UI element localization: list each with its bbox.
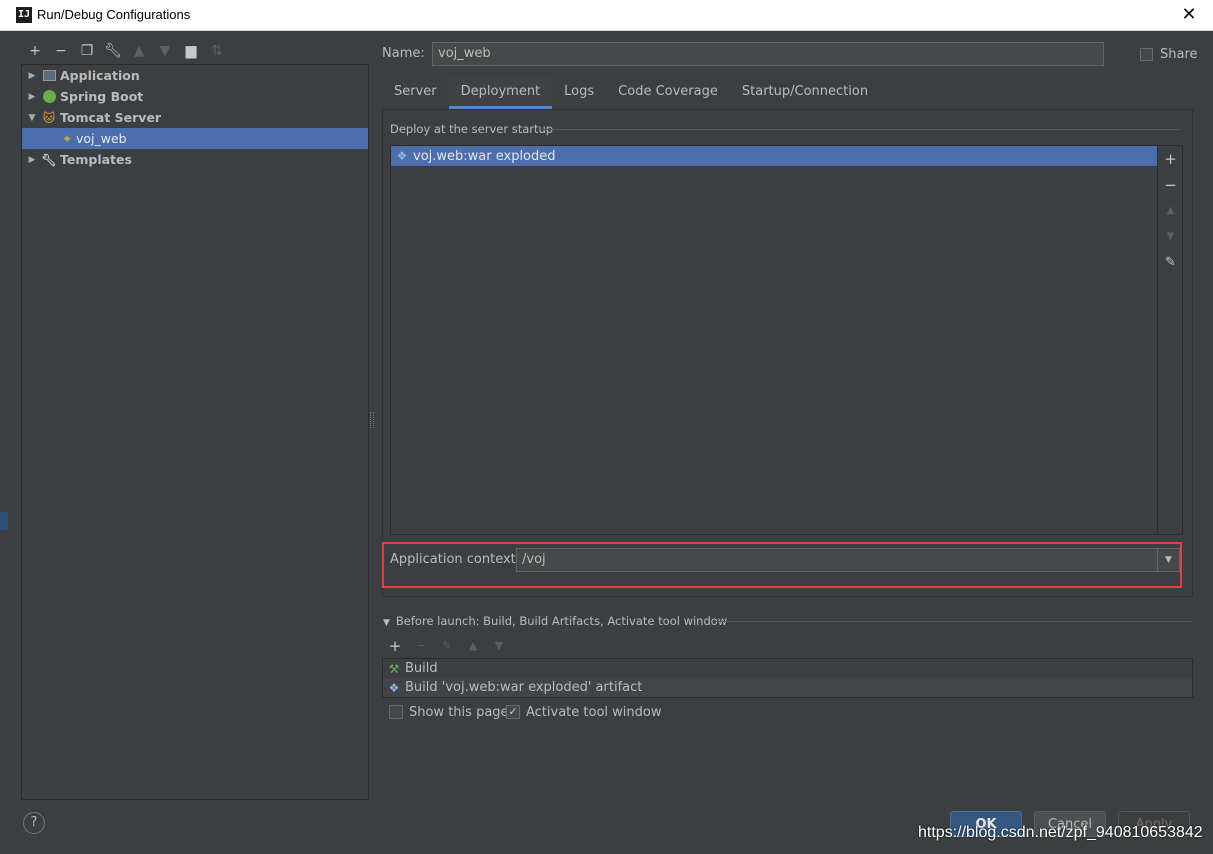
- tree-item-application[interactable]: ▶ Application: [22, 65, 368, 86]
- divider: [712, 621, 1192, 622]
- watermark-url: https://blog.csdn.net/zpf_940810653842: [918, 824, 1203, 841]
- tree-item-voj-web[interactable]: ✦ voj_web: [22, 128, 368, 149]
- share-label: Share: [1160, 47, 1198, 62]
- task-label: Build: [405, 661, 438, 676]
- list-item[interactable]: ❖ Build 'voj.web:war exploded' artifact: [383, 678, 1192, 697]
- tree-item-label: Templates: [60, 152, 132, 167]
- folder-icon[interactable]: ▆: [178, 40, 204, 62]
- move-up-icon[interactable]: ▲: [460, 636, 486, 656]
- tab-server[interactable]: Server: [382, 78, 449, 109]
- remove-icon[interactable]: −: [1158, 174, 1183, 196]
- list-item[interactable]: ❖ voj.web:war exploded: [391, 146, 1157, 166]
- title-bar: IJ Run/Debug Configurations ✕: [0, 0, 1213, 31]
- remove-icon[interactable]: −: [408, 636, 434, 656]
- add-icon[interactable]: +: [1158, 148, 1183, 170]
- tree-item-spring-boot[interactable]: ▶ Spring Boot: [22, 86, 368, 107]
- chevron-down-icon[interactable]: ▼: [1157, 549, 1179, 571]
- deploy-group-title: Deploy at the server startup: [390, 122, 554, 136]
- expand-arrow-icon[interactable]: ▶: [24, 92, 40, 102]
- window-title: Run/Debug Configurations: [37, 7, 191, 22]
- tree-item-label: voj_web: [76, 131, 127, 146]
- application-context-combo[interactable]: /voj ▼: [516, 548, 1180, 572]
- config-toolbar: + − ❐ 🔧︎ ▲ ▼ ▆ ⇅: [22, 40, 230, 62]
- tree-item-label: Spring Boot: [60, 89, 144, 104]
- application-context-value: /voj: [522, 552, 546, 567]
- before-launch-header[interactable]: ▼ Before launch: Build, Build Artifacts, …: [383, 614, 727, 628]
- before-launch-toolbar: + − ✎ ▲ ▼: [382, 636, 512, 656]
- deploy-side-toolbar: + − ▲ ▼ ✎: [1158, 145, 1183, 535]
- tab-deployment[interactable]: Deployment: [448, 78, 553, 109]
- move-down-icon[interactable]: ▼: [152, 40, 178, 62]
- list-item[interactable]: ⚒ Build: [383, 659, 1192, 678]
- artifact-label: voj.web:war exploded: [413, 148, 556, 164]
- pencil-icon[interactable]: ✎: [1158, 252, 1183, 274]
- close-icon[interactable]: ✕: [1176, 3, 1202, 27]
- application-icon: [40, 68, 58, 84]
- sort-icon[interactable]: ⇅: [204, 40, 230, 62]
- application-context-label: Application context:: [390, 552, 521, 567]
- before-launch-list[interactable]: ⚒ Build ❖ Build 'voj.web:war exploded' a…: [382, 658, 1193, 698]
- tree-item-label: Application: [60, 68, 140, 83]
- add-icon[interactable]: +: [22, 40, 48, 62]
- pencil-icon[interactable]: ✎: [434, 636, 460, 656]
- artifact-icon: ❖: [388, 680, 400, 695]
- tree-item-label: Tomcat Server: [60, 110, 162, 125]
- show-page-label: Show this page: [409, 705, 509, 720]
- divider: [540, 129, 1181, 130]
- pane-splitter-handle[interactable]: [370, 412, 374, 428]
- config-tabs: Server Deployment Logs Code Coverage Sta…: [382, 78, 880, 109]
- collapse-arrow-icon[interactable]: ▼: [24, 113, 40, 123]
- tab-code-coverage[interactable]: Code Coverage: [606, 78, 730, 109]
- add-icon[interactable]: +: [382, 636, 408, 656]
- tomcat-config-icon: ✦: [61, 131, 73, 146]
- activate-tool-window-checkbox[interactable]: ✓: [506, 705, 520, 719]
- collapse-arrow-icon[interactable]: ▼: [383, 618, 390, 628]
- copy-icon[interactable]: ❐: [74, 40, 100, 62]
- help-button[interactable]: ?: [23, 812, 45, 834]
- deploy-artifact-list[interactable]: ❖ voj.web:war exploded: [390, 145, 1158, 535]
- move-down-icon[interactable]: ▼: [1158, 226, 1183, 248]
- background-window-edge: [0, 512, 8, 530]
- task-label: Build 'voj.web:war exploded' artifact: [405, 680, 643, 695]
- spring-boot-icon: [40, 89, 58, 105]
- expand-arrow-icon[interactable]: ▶: [24, 71, 40, 81]
- move-up-icon[interactable]: ▲: [1158, 200, 1183, 222]
- intellij-app-icon: IJ: [16, 7, 32, 23]
- wrench-icon: 🔧︎: [41, 152, 57, 167]
- tree-item-templates[interactable]: ▶ 🔧︎ Templates: [22, 149, 368, 170]
- before-launch-title: Before launch: Build, Build Artifacts, A…: [395, 614, 728, 628]
- share-checkbox[interactable]: [1140, 48, 1153, 61]
- name-input[interactable]: voj_web: [432, 42, 1104, 66]
- remove-icon[interactable]: −: [48, 40, 74, 62]
- wrench-icon[interactable]: 🔧︎: [100, 40, 126, 62]
- hammer-icon: ⚒: [388, 661, 400, 676]
- expand-arrow-icon[interactable]: ▶: [24, 155, 40, 165]
- move-up-icon[interactable]: ▲: [126, 40, 152, 62]
- tomcat-icon: 🐱︎: [42, 110, 56, 125]
- configuration-tree[interactable]: ▶ Application ▶ Spring Boot ▼ 🐱︎ Tomcat …: [21, 64, 369, 800]
- activate-tool-window-label: Activate tool window: [526, 705, 662, 720]
- tab-logs[interactable]: Logs: [552, 78, 606, 109]
- name-label: Name:: [382, 46, 425, 61]
- show-page-checkbox[interactable]: [389, 705, 403, 719]
- tree-item-tomcat-server[interactable]: ▼ 🐱︎ Tomcat Server: [22, 107, 368, 128]
- tab-startup-connection[interactable]: Startup/Connection: [730, 78, 880, 109]
- artifact-icon: ❖: [396, 149, 408, 163]
- move-down-icon[interactable]: ▼: [486, 636, 512, 656]
